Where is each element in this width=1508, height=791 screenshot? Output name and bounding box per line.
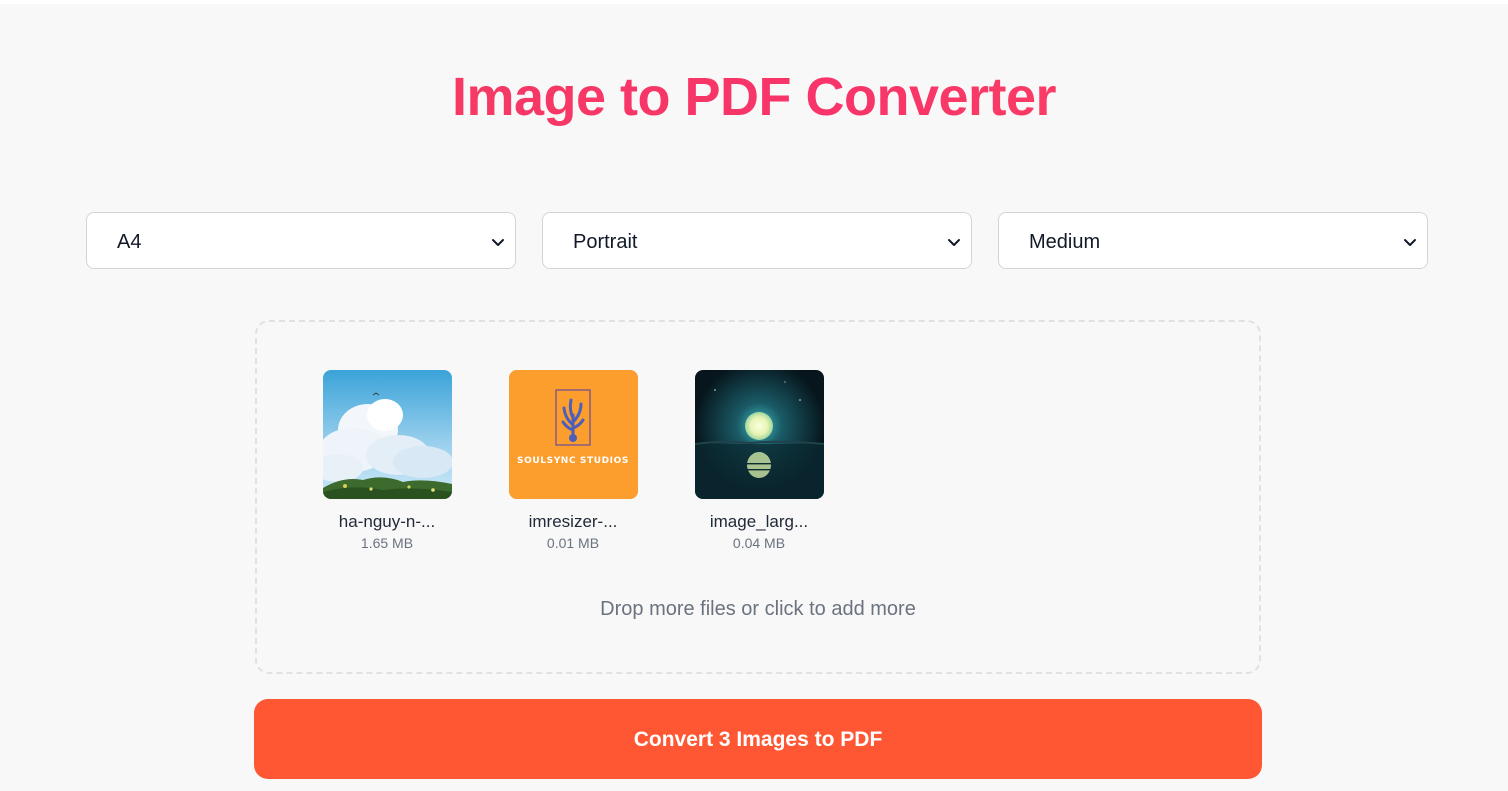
file-item[interactable]: image_larg... 0.04 MB — [679, 370, 839, 551]
page-size-value: A4 — [117, 231, 142, 253]
file-name: imresizer-... — [528, 512, 618, 531]
file-thumbnail — [322, 370, 452, 499]
soulsync-logo-image — [508, 370, 638, 499]
chevron-down-icon — [1404, 239, 1416, 246]
page: Image to PDF Converter A4 Portrait Mediu… — [0, 4, 1508, 791]
file-name: ha-nguy-n-... — [338, 512, 436, 531]
file-name: image_larg... — [709, 512, 809, 531]
sky-clouds-image — [322, 370, 452, 499]
logo-text: SOULSYNC STUDIOS — [517, 456, 629, 466]
page-title: Image to PDF Converter — [0, 66, 1508, 128]
file-item[interactable]: ha-nguy-n-... 1.65 MB — [307, 370, 467, 551]
convert-button[interactable]: Convert 3 Images to PDF — [254, 699, 1262, 779]
file-thumbnail — [694, 370, 824, 499]
page-size-select[interactable]: A4 — [86, 212, 516, 269]
file-size: 0.04 MB — [732, 535, 786, 551]
orientation-select[interactable]: Portrait — [542, 212, 972, 269]
quality-value: Medium — [1029, 231, 1101, 253]
chevron-down-icon — [492, 239, 504, 246]
dropzone-hint: Drop more files or click to add more — [600, 598, 916, 620]
file-size: 1.65 MB — [360, 535, 414, 551]
file-item[interactable]: SOULSYNC STUDIOS imresizer-... 0.01 MB — [493, 370, 653, 551]
file-dropzone[interactable]: ha-nguy-n-... 1.65 MB SOULSYNC STUDIOS i… — [255, 320, 1261, 674]
file-thumbnail: SOULSYNC STUDIOS — [508, 370, 638, 499]
quality-select[interactable]: Medium — [998, 212, 1428, 269]
moon-night-image — [694, 370, 824, 499]
chevron-down-icon — [948, 239, 960, 246]
orientation-value: Portrait — [573, 231, 638, 253]
file-size: 0.01 MB — [546, 535, 600, 551]
